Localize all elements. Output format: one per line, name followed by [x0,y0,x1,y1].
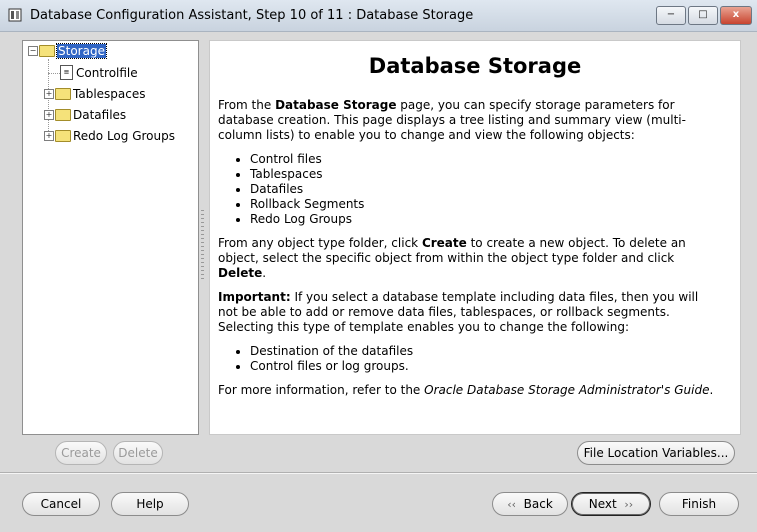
list-item: Rollback Segments [250,197,718,212]
collapse-icon[interactable]: − [28,45,38,56]
button-label: Next [588,497,617,511]
tree-node-redo-log-groups[interactable]: + Redo Log Groups [44,127,175,145]
tree-connector [48,73,60,74]
maximize-button[interactable]: □ [688,6,718,25]
create-button[interactable]: Create [55,441,107,465]
text: If you select a database template includ… [218,290,699,334]
tree-node-storage[interactable]: − Storage [28,42,107,60]
help-text: From the Database Storage page, you can … [218,98,718,407]
folder-open-icon [39,44,55,57]
bold-text: Database Storage [275,98,397,112]
help-button[interactable]: Help [111,492,189,516]
back-button[interactable]: ‹‹ Back [492,492,568,516]
more-info-paragraph: For more information, refer to the Oracl… [218,383,718,398]
italic-text: Oracle Database Storage Administrator's … [424,383,710,397]
objects-list: Control files Tablespaces Datafiles Roll… [218,152,718,227]
list-item: Tablespaces [250,167,718,182]
bold-text: Important: [218,290,291,304]
page-title: Database Storage [368,54,582,78]
button-label: Back [523,497,553,511]
important-paragraph: Important: If you select a database temp… [218,290,718,335]
tree-node-controlfile[interactable]: ≡ Controlfile [60,64,138,82]
tree-node-datafiles[interactable]: + Datafiles [44,106,126,124]
text: . [262,266,267,280]
text: For more information, refer to the [218,383,425,397]
close-button[interactable]: x [720,6,752,25]
next-button[interactable]: Next ›› [571,492,651,516]
database-icon [8,8,22,22]
help-content-panel: Database Storage From the Database Stora… [209,40,741,435]
expand-icon[interactable]: + [44,109,54,120]
create-delete-paragraph: From any object type folder, click Creat… [218,236,718,281]
expand-icon[interactable]: + [44,88,54,99]
cancel-button[interactable]: Cancel [22,492,100,516]
list-item: Redo Log Groups [250,212,718,227]
intro-paragraph: From the Database Storage page, you can … [218,98,718,143]
bold-text: Delete [218,266,263,280]
tree-node-tablespaces[interactable]: + Tablespaces [44,85,146,103]
file-location-variables-button[interactable]: File Location Variables... [577,441,735,465]
tree-node-label: Storage [56,43,107,59]
list-item: Datafiles [250,182,718,197]
minimize-button[interactable]: − [656,6,686,25]
text: From any object type folder, click [218,236,422,250]
folder-icon [55,108,71,121]
tree-node-label: Datafiles [73,108,127,122]
list-item: Control files [250,152,718,167]
list-item: Destination of the datafiles [250,344,718,359]
divider [0,472,757,474]
text: From the [218,98,276,112]
delete-button[interactable]: Delete [113,441,163,465]
tree-node-label: Controlfile [76,66,138,80]
expand-icon[interactable]: + [44,130,54,141]
tree-node-label: Redo Log Groups [73,129,175,143]
next-arrow-icon: ›› [624,498,634,511]
title-bar: Database Configuration Assistant, Step 1… [0,0,757,32]
folder-icon [55,87,71,100]
bold-text: Create [421,236,467,250]
folder-icon [55,129,71,142]
text: . [709,383,714,397]
file-icon: ≡ [60,65,73,80]
storage-tree[interactable]: − Storage ≡ Controlfile + Tablespaces + Data… [22,40,199,435]
window-title: Database Configuration Assistant, Step 1… [30,8,474,23]
list-item: Control files or log groups. [250,359,718,374]
finish-button[interactable]: Finish [659,492,739,516]
panel-splitter[interactable] [201,210,204,280]
changes-list: Destination of the datafiles Control fil… [218,344,718,374]
back-arrow-icon: ‹‹ [507,498,517,511]
tree-node-label: Tablespaces [73,87,146,101]
